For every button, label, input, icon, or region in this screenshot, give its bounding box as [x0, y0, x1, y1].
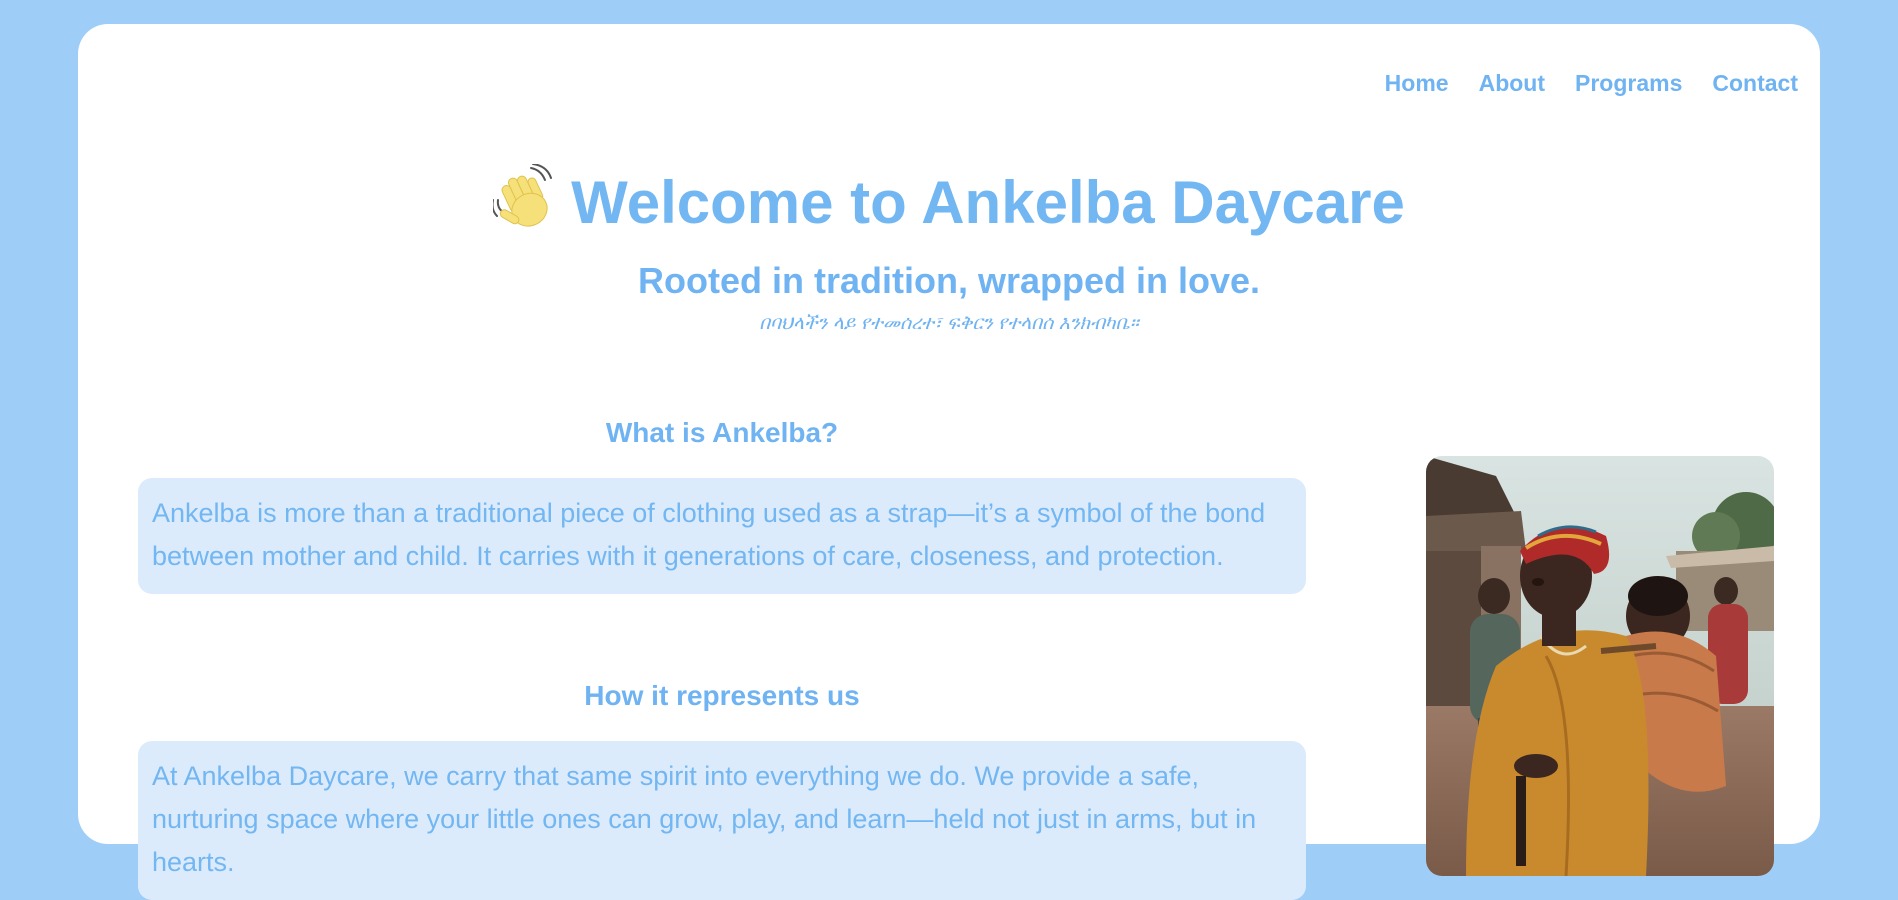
hero-title-text: Welcome to Ankelba Daycare	[571, 169, 1405, 236]
hero-section: Welcome to Ankelba Daycare Rooted in tra…	[78, 164, 1820, 335]
hero-subtitle-amharic: በባህላችን ላይ የተመሰረተ፣ ፍቅርን የተላበሰ እንክብካቤ።	[759, 312, 1139, 334]
hero-title: Welcome to Ankelba Daycare	[493, 164, 1405, 236]
nav-contact-link[interactable]: Contact	[1712, 70, 1798, 97]
hero-subtitle: Rooted in tradition, wrapped in love.	[637, 260, 1261, 301]
how-it-represents-us-text: At Ankelba Daycare, we carry that same s…	[138, 741, 1306, 900]
what-is-ankelba-text: Ankelba is more than a traditional piece…	[138, 478, 1306, 594]
nav-about-link[interactable]: About	[1479, 70, 1545, 97]
nav-home-link[interactable]: Home	[1385, 70, 1449, 97]
mother-carrying-child-photo	[1426, 456, 1774, 876]
waving-hand-icon	[493, 164, 553, 227]
main-card: Home About Programs Contact Welcome to A…	[78, 24, 1820, 900]
what-is-ankelba-heading: What is Ankelba?	[605, 417, 839, 448]
photo-illustration	[1426, 456, 1774, 876]
nav-programs-link[interactable]: Programs	[1575, 70, 1682, 97]
how-it-represents-us-heading: How it represents us	[584, 680, 860, 711]
top-nav: Home About Programs Contact	[1385, 70, 1798, 97]
